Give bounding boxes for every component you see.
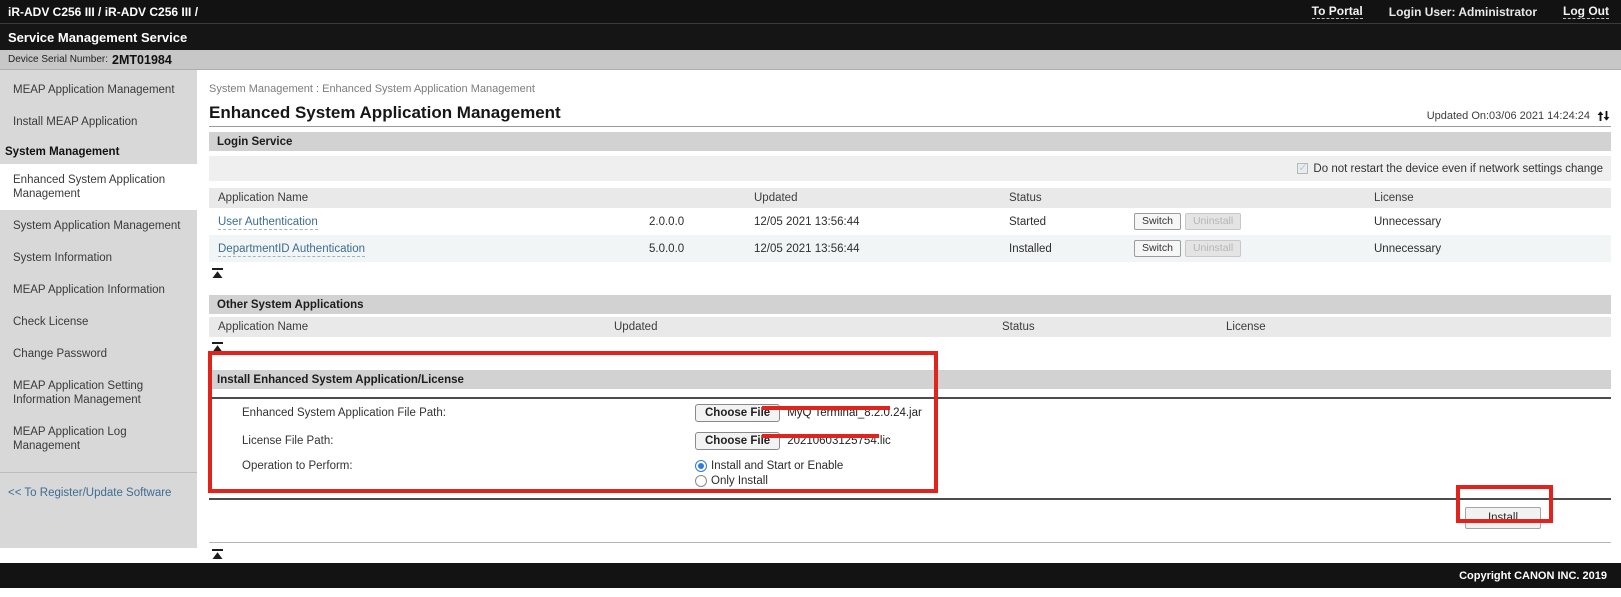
uninstall-button[interactable]: Uninstall <box>1185 240 1241 257</box>
copyright-text: Copyright CANON INC. 2019 <box>1459 570 1607 582</box>
page-title: Enhanced System Application Management <box>209 102 561 123</box>
updated-on-text: Updated On:03/06 2021 14:24:24 <box>1427 110 1590 122</box>
scroll-to-top-icon[interactable] <box>211 340 225 352</box>
departmentid-authentication-link[interactable]: DepartmentID Authentication <box>218 243 365 257</box>
choose-file-button-application[interactable]: Choose File <box>695 404 780 422</box>
breadcrumb: System Management : Enhanced System Appl… <box>209 83 1611 97</box>
other-apps-section-title: Other System Applications <box>217 299 364 311</box>
login-service-section-title: Login Service <box>217 136 292 148</box>
scroll-to-top-icon[interactable] <box>211 266 225 278</box>
sidebar-item-check-license[interactable]: Check License <box>0 306 197 338</box>
serial-value: 2MT01984 <box>112 53 172 67</box>
logout-link[interactable]: Log Out <box>1563 4 1609 19</box>
main-content: System Management : Enhanced System Appl… <box>197 70 1621 548</box>
col-license: License <box>1217 321 1611 333</box>
license-path-label: License File Path: <box>209 435 695 447</box>
radio-install-and-start-control[interactable] <box>695 460 707 472</box>
login-service-table-header: Application Name Updated Status License <box>209 188 1611 208</box>
to-portal-link[interactable]: To Portal <box>1312 4 1363 19</box>
table-row-user-authentication: User Authentication 2.0.0.0 12/05 2021 1… <box>209 208 1611 235</box>
col-status: Status <box>993 321 1217 333</box>
install-section-bar: Install Enhanced System Application/Lice… <box>209 370 1611 389</box>
col-application-name: Application Name <box>209 321 605 333</box>
install-form-bottom-divider <box>209 498 1611 500</box>
title-divider <box>209 126 1611 127</box>
col-updated: Updated <box>745 192 1000 204</box>
col-license: License <box>1365 192 1611 204</box>
app-license: Unnecessary <box>1365 243 1611 255</box>
sidebar-item-meap-log-management[interactable]: MEAP Application Log Management <box>0 416 197 462</box>
sidebar-item-system-information[interactable]: System Information <box>0 242 197 274</box>
footer-bar: Copyright CANON INC. 2019 <box>0 563 1621 588</box>
radio-install-and-start[interactable]: Install and Start or Enable <box>695 460 843 472</box>
sidebar-item-system-application-management[interactable]: System Application Management <box>0 210 197 242</box>
updated-row: Updated On:03/06 2021 14:24:24 <box>1427 109 1611 123</box>
license-path-row: License File Path: Choose File 202106031… <box>209 427 1611 455</box>
install-button[interactable]: Install <box>1465 507 1541 529</box>
operation-label: Operation to Perform: <box>209 460 695 472</box>
app-version: 5.0.0.0 <box>640 243 745 255</box>
table-row-departmentid-authentication: DepartmentID Authentication 5.0.0.0 12/0… <box>209 235 1611 262</box>
service-title: Service Management Service <box>8 30 187 45</box>
operation-row: Operation to Perform: Install and Start … <box>209 455 1611 490</box>
install-section-title: Install Enhanced System Application/Lice… <box>217 374 464 386</box>
service-title-bar: Service Management Service <box>0 23 1621 50</box>
top-bar: iR-ADV C256 III / iR-ADV C256 III / To P… <box>0 0 1621 23</box>
login-service-section-bar: Login Service <box>209 132 1611 151</box>
choose-file-button-license[interactable]: Choose File <box>695 432 780 450</box>
sidebar: MEAP Application Management Install MEAP… <box>0 70 197 548</box>
sidebar-item-change-password[interactable]: Change Password <box>0 338 197 370</box>
body-row: MEAP Application Management Install MEAP… <box>0 70 1621 548</box>
sidebar-item-meap-application-management[interactable]: MEAP Application Management <box>0 74 197 106</box>
serial-label: Device Serial Number: <box>8 54 108 65</box>
app-updated: 12/05 2021 13:56:44 <box>745 243 1000 255</box>
login-user-value: Administrator <box>1458 5 1537 19</box>
sidebar-item-meap-application-information[interactable]: MEAP Application Information <box>0 274 197 306</box>
do-not-restart-label: Do not restart the device even if networ… <box>1313 163 1603 175</box>
scroll-to-top-icon[interactable] <box>211 547 225 559</box>
switch-button[interactable]: Switch <box>1134 240 1181 257</box>
file-path-row: Enhanced System Application File Path: C… <box>209 399 1611 427</box>
sidebar-item-meap-setting-info-management[interactable]: MEAP Application Setting Information Man… <box>0 370 197 416</box>
other-apps-table-header: Application Name Updated Status License <box>209 317 1611 337</box>
uninstall-button[interactable]: Uninstall <box>1185 213 1241 230</box>
top-bar-links: To Portal Login User: Administrator Log … <box>1312 4 1609 19</box>
sidebar-divider <box>0 472 197 473</box>
content-bottom-divider <box>209 542 1611 543</box>
restart-checkbox-strip: Do not restart the device even if networ… <box>209 156 1611 181</box>
install-button-row: Install <box>209 507 1611 529</box>
col-status: Status <box>1000 192 1125 204</box>
col-application-name: Application Name <box>209 192 640 204</box>
title-row: Enhanced System Application Management U… <box>209 102 1611 123</box>
page: iR-ADV C256 III / iR-ADV C256 III / To P… <box>0 0 1621 597</box>
other-apps-section-bar: Other System Applications <box>209 295 1611 314</box>
operation-radio-group: Install and Start or Enable Only Install <box>695 460 843 487</box>
license-file-name: 20210603125754.lic <box>787 435 891 447</box>
login-user-text: Login User: Administrator <box>1389 5 1537 19</box>
login-user-label: Login User: <box>1389 5 1456 19</box>
app-status: Installed <box>1000 243 1125 255</box>
radio-only-install-label: Only Install <box>711 475 768 487</box>
app-license: Unnecessary <box>1365 216 1611 228</box>
app-status: Started <box>1000 216 1125 228</box>
sidebar-item-install-meap-application[interactable]: Install MEAP Application <box>0 106 197 138</box>
file-path-label: Enhanced System Application File Path: <box>209 407 695 419</box>
application-file-name: MyQ Terminal_8.2.0.24.jar <box>787 407 922 419</box>
app-version: 2.0.0.0 <box>640 216 745 228</box>
refresh-icon[interactable] <box>1596 109 1611 123</box>
register-update-software-link[interactable]: << To Register/Update Software <box>0 475 197 508</box>
switch-button[interactable]: Switch <box>1134 213 1181 230</box>
device-model-title: iR-ADV C256 III / iR-ADV C256 III / <box>8 5 198 19</box>
radio-only-install-control[interactable] <box>695 475 707 487</box>
col-updated: Updated <box>605 321 993 333</box>
user-authentication-link[interactable]: User Authentication <box>218 216 318 230</box>
do-not-restart-checkbox[interactable] <box>1297 163 1308 174</box>
app-updated: 12/05 2021 13:56:44 <box>745 216 1000 228</box>
sidebar-section-system-management: System Management <box>0 138 197 164</box>
serial-bar: Device Serial Number: 2MT01984 <box>0 50 1621 70</box>
radio-install-and-start-label: Install and Start or Enable <box>711 460 843 472</box>
radio-only-install[interactable]: Only Install <box>695 475 843 487</box>
sidebar-item-enhanced-system-application-management[interactable]: Enhanced System Application Management <box>0 164 197 210</box>
